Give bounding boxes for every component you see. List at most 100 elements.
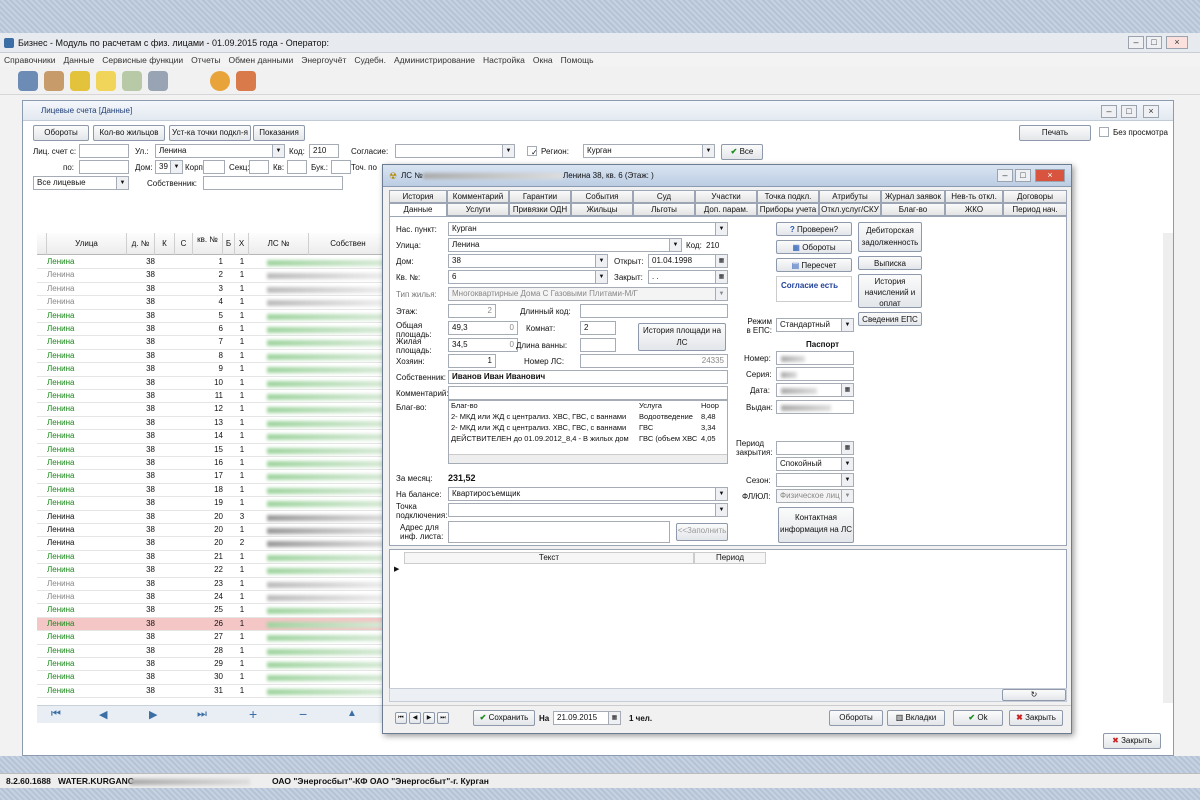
statement-button[interactable]: Выписка (858, 256, 922, 270)
tab[interactable]: ЖКО (945, 203, 1003, 216)
first-record-icon[interactable]: ⏮ (51, 708, 61, 721)
save-button[interactable]: ✔ Сохранить (473, 710, 535, 726)
list-item[interactable]: ДЕЙСТВИТЕЛЕН до 01.09.2012_8,4 - В жилых… (449, 434, 727, 445)
tab[interactable]: Откл.услуг/СКУ (819, 203, 881, 216)
passport-issued-input[interactable] (776, 400, 854, 414)
table-row[interactable]: Ленина 38 10 1 (37, 377, 387, 390)
menu-item[interactable]: Энергоучёт (297, 53, 350, 67)
table-row[interactable]: Ленина 38 27 1 (37, 631, 387, 645)
dialog-minimize-button[interactable]: – (997, 169, 1013, 182)
charges-history-button[interactable]: История начислений и оплат (858, 274, 922, 308)
table-row[interactable]: Ленина 38 4 1 (37, 296, 387, 310)
fill-button[interactable]: <<Заполнить (676, 523, 728, 541)
table-row[interactable]: Ленина 38 9 1 (37, 363, 387, 377)
table-row[interactable]: Ленина 38 20 1 (37, 524, 387, 538)
readings-button[interactable]: Показания (253, 125, 305, 141)
closure-period-input[interactable]: ▦ (776, 441, 854, 455)
owner-count-input[interactable]: 1 (448, 354, 496, 368)
owner-name-input[interactable]: Иванов Иван Иванович (448, 370, 728, 384)
all-button[interactable]: ✔ Все (721, 144, 763, 160)
season-select[interactable]: ▼ (776, 473, 854, 487)
dialog-close-icon[interactable]: × (1035, 169, 1065, 182)
table-row[interactable]: Ленина 38 26 1 (37, 617, 387, 632)
buk-input[interactable] (331, 160, 351, 174)
rooms-input[interactable]: 2 (580, 321, 616, 335)
calm-select[interactable]: Спокойный ▼ (776, 457, 854, 471)
housing-type-select[interactable]: Многоквартирные Дома С Газовыми Плитами-… (448, 287, 728, 301)
table-row[interactable]: Ленина 38 5 1 (37, 310, 387, 323)
notes-col-period[interactable]: Период (694, 552, 766, 564)
eps-info-button[interactable]: Сведения ЕПС (858, 312, 922, 326)
table-row[interactable]: Ленина 38 30 1 (37, 671, 387, 685)
tab[interactable]: Точка подкл. (757, 190, 819, 203)
table-row[interactable]: Ленина 38 20 3 (37, 511, 387, 524)
passport-number-input[interactable] (776, 351, 854, 365)
gear-icon[interactable] (210, 71, 230, 91)
table-row[interactable]: Ленина 38 28 1 (37, 645, 387, 658)
person-type-select[interactable]: Физическое лиц ▼ (776, 489, 854, 503)
tab[interactable]: Журнал заявок (881, 190, 945, 203)
flat-select-dlg[interactable]: 6 ▼ (448, 270, 608, 284)
amenities-hscrollbar[interactable] (449, 454, 727, 463)
table-row[interactable]: Ленина 38 1 1 (37, 256, 387, 270)
tab[interactable]: Приборы учета (757, 203, 819, 216)
ls-number-input[interactable]: 24335 (580, 354, 728, 368)
mdi-close-button[interactable]: × (1143, 105, 1159, 118)
bath-length-input[interactable] (580, 338, 616, 352)
menu-item[interactable]: Справочники (0, 53, 60, 67)
table-row[interactable]: Ленина 38 22 1 (37, 564, 387, 578)
eps-mode-select[interactable]: Стандартный ▼ (776, 318, 854, 332)
connection-point-button[interactable]: Уст-ка точки подкл-я (169, 125, 251, 141)
delete-record-icon[interactable]: − (299, 706, 307, 722)
table-row[interactable]: Ленина 38 13 1 (37, 417, 387, 431)
home-icon[interactable] (18, 71, 38, 91)
opened-date[interactable]: 01.04.1998 ▦ (648, 254, 728, 268)
korp-input[interactable] (203, 160, 225, 174)
kod-input[interactable]: 210 (309, 144, 339, 158)
kv-input[interactable] (287, 160, 307, 174)
comment-input[interactable] (448, 386, 728, 400)
no-preview-checkbox[interactable] (1099, 127, 1109, 137)
list-item[interactable]: 2- МКД или ЖД с централиз. ХВС, ГВС, с в… (449, 412, 727, 423)
tab[interactable]: Гарантии (509, 190, 571, 203)
menu-item[interactable]: Сервисные функции (98, 53, 187, 67)
table-row[interactable]: Ленина 38 7 1 (37, 336, 387, 350)
col-flat[interactable]: кв. № (193, 233, 223, 255)
tab[interactable]: Суд (633, 190, 695, 203)
table-row[interactable]: Ленина 38 24 1 (37, 591, 387, 605)
tab[interactable]: Благ-во (881, 203, 945, 216)
nav-last-icon[interactable]: ⏭ (437, 712, 449, 724)
menu-item[interactable]: Окна (529, 53, 557, 67)
exit-icon[interactable] (236, 71, 256, 91)
nav-first-icon[interactable]: ⏮ (395, 712, 407, 724)
list-item[interactable]: 2- МКД или ЖД с централиз. ХВС, ГВС, с в… (449, 423, 727, 434)
table-row[interactable]: Ленина 38 23 1 (37, 578, 387, 591)
region-select[interactable]: Курган ▼ (583, 144, 715, 158)
print-button[interactable]: Печать (1019, 125, 1091, 141)
notes-col-text[interactable]: Текст (404, 552, 694, 564)
living-area-input[interactable]: 34,5 0 (448, 338, 518, 352)
amenities-table[interactable]: Благ-во Услуга Ноор 2- МКД или ЖД с централ… (448, 400, 728, 464)
book-icon[interactable] (70, 71, 90, 91)
table-row[interactable]: Ленина 38 21 1 (37, 551, 387, 565)
dialog-close-button[interactable]: ✖ Закрыть (1009, 710, 1063, 726)
table-row[interactable]: Ленина 38 19 1 (37, 497, 387, 511)
table-row[interactable]: Ленина 38 2 1 (37, 269, 387, 283)
col-x[interactable]: Х (235, 233, 249, 255)
table-row[interactable]: Ленина 38 31 1 (37, 685, 387, 699)
grid-scrollbar[interactable] (1163, 233, 1173, 703)
owner-input[interactable] (203, 176, 343, 190)
close-icon[interactable]: × (1166, 36, 1188, 49)
key-icon[interactable] (96, 71, 116, 91)
menu-item[interactable]: Данные (60, 53, 99, 67)
tab[interactable]: Участки (695, 190, 757, 203)
menu-item[interactable]: Обмен данными (225, 53, 298, 67)
tab[interactable]: Доп. парам. (695, 203, 757, 216)
floor-input[interactable]: 2 (448, 304, 496, 318)
info-address-input[interactable] (448, 521, 670, 543)
tab[interactable]: События (571, 190, 633, 203)
tab[interactable]: Данные (389, 203, 447, 216)
col-owner[interactable]: Собствен (309, 233, 387, 255)
table-row[interactable]: Ленина 38 15 1 (37, 444, 387, 457)
col-b[interactable]: Б (223, 233, 235, 255)
